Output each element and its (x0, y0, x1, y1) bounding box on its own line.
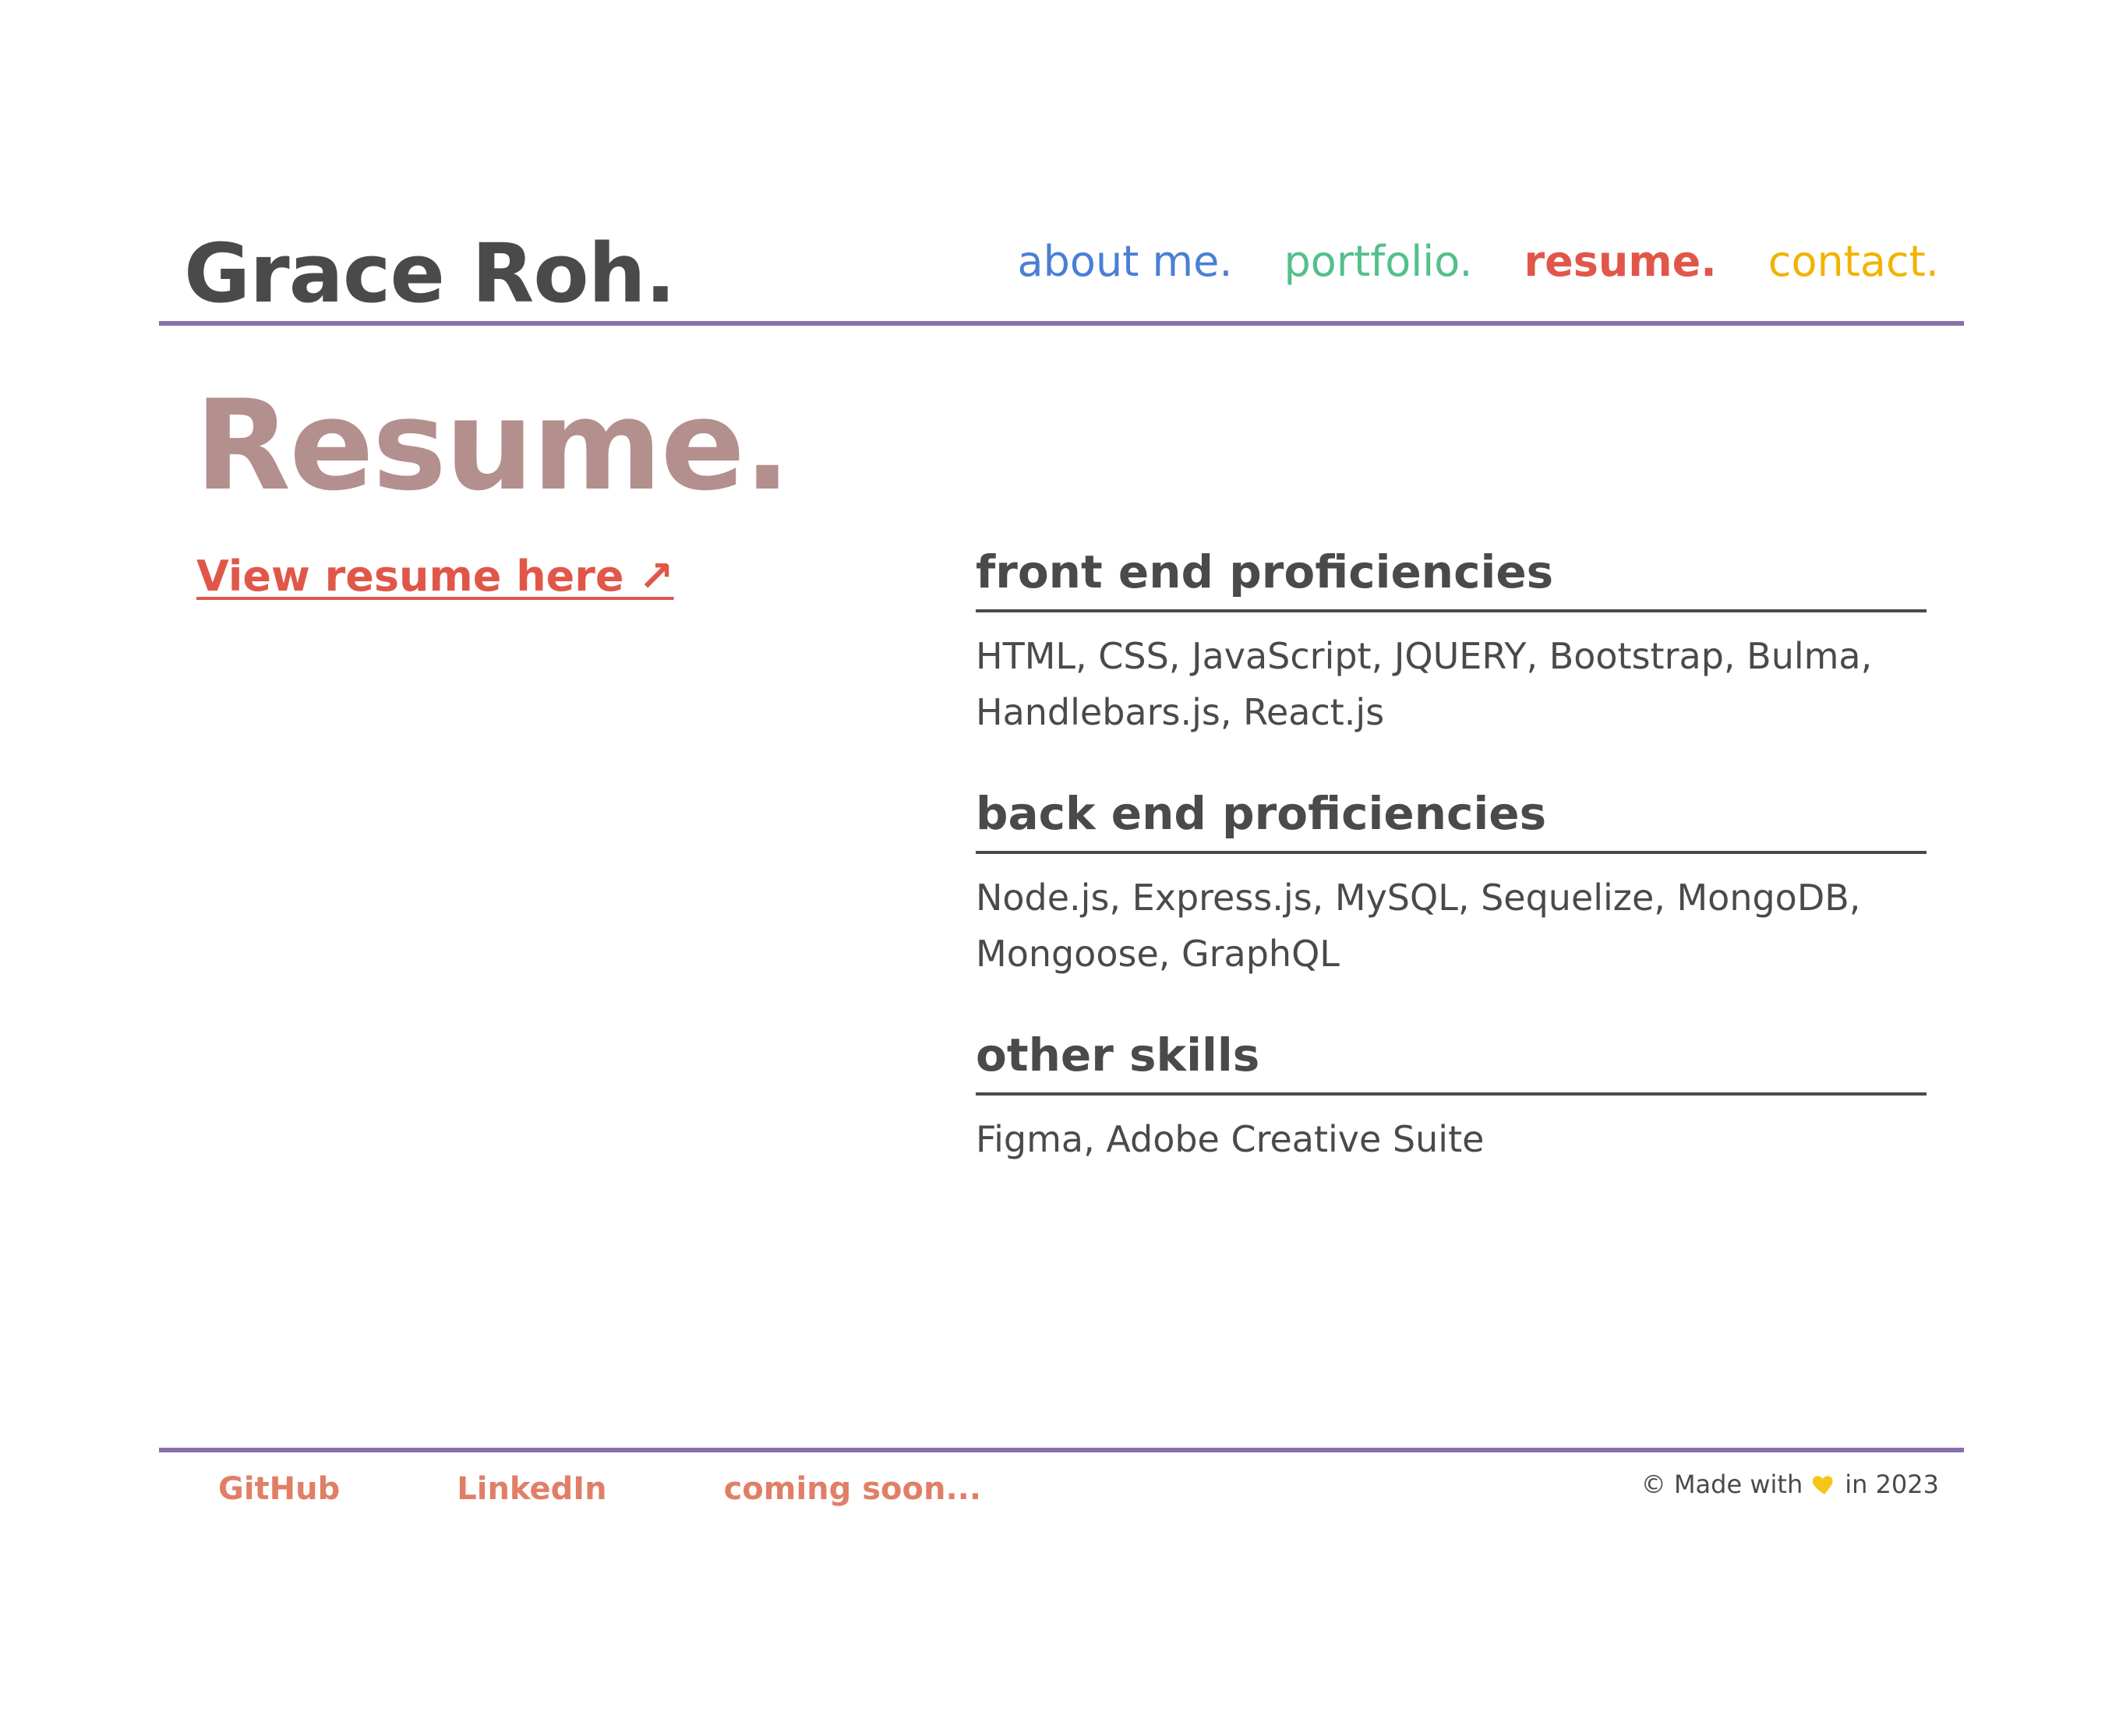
nav-link-contact[interactable]: contact. (1768, 237, 1939, 286)
nav-link-portfolio[interactable]: portfolio. (1284, 237, 1473, 286)
skill-section-title: other skills (976, 1029, 1927, 1096)
nav-link-resume[interactable]: resume. (1524, 237, 1717, 286)
footer-divider (159, 1448, 1964, 1452)
site-header: Grace Roh. about me. portfolio. resume. … (159, 210, 1964, 327)
site-title[interactable]: Grace Roh. (184, 226, 676, 321)
header-divider (159, 321, 1964, 326)
footer-credit-prefix: © Made with (1641, 1470, 1803, 1499)
skill-section-items: Figma, Adobe Creative Suite (976, 1118, 1485, 1160)
skill-section-title: back end proficiencies (976, 787, 1927, 854)
skill-section-title: front end proficiencies (976, 545, 1927, 612)
heart-icon (1810, 1471, 1837, 1498)
heart-shape (1813, 1476, 1833, 1494)
footer-links: GitHub LinkedIn coming soon... (218, 1471, 981, 1507)
footer-link-coming-soon[interactable]: coming soon... (724, 1471, 981, 1507)
skill-section-items: Node.js, Express.js, MySQL, Sequelize, M… (976, 877, 1861, 975)
footer-link-linkedin[interactable]: LinkedIn (457, 1471, 606, 1507)
footer-credit: © Made with in 2023 (1641, 1470, 1939, 1499)
footer-link-github[interactable]: GitHub (218, 1471, 340, 1507)
main-nav: about me. portfolio. resume. contact. (1018, 237, 1939, 286)
nav-link-about[interactable]: about me. (1018, 237, 1233, 286)
skill-section-back-end: back end proficiencies Node.js, Express.… (976, 787, 1927, 982)
footer-credit-suffix: in 2023 (1845, 1470, 1939, 1499)
skills-panel: front end proficiencies HTML, CSS, JavaS… (976, 545, 1927, 1214)
page: Grace Roh. about me. portfolio. resume. … (0, 0, 2112, 1736)
skill-section-items: HTML, CSS, JavaScript, JQUERY, Bootstrap… (976, 635, 1873, 733)
skill-section-other: other skills Figma, Adobe Creative Suite (976, 1029, 1927, 1167)
skill-section-front-end: front end proficiencies HTML, CSS, JavaS… (976, 545, 1927, 740)
view-resume-link[interactable]: View resume here ↗ (196, 552, 674, 601)
page-heading: Resume. (195, 372, 791, 518)
